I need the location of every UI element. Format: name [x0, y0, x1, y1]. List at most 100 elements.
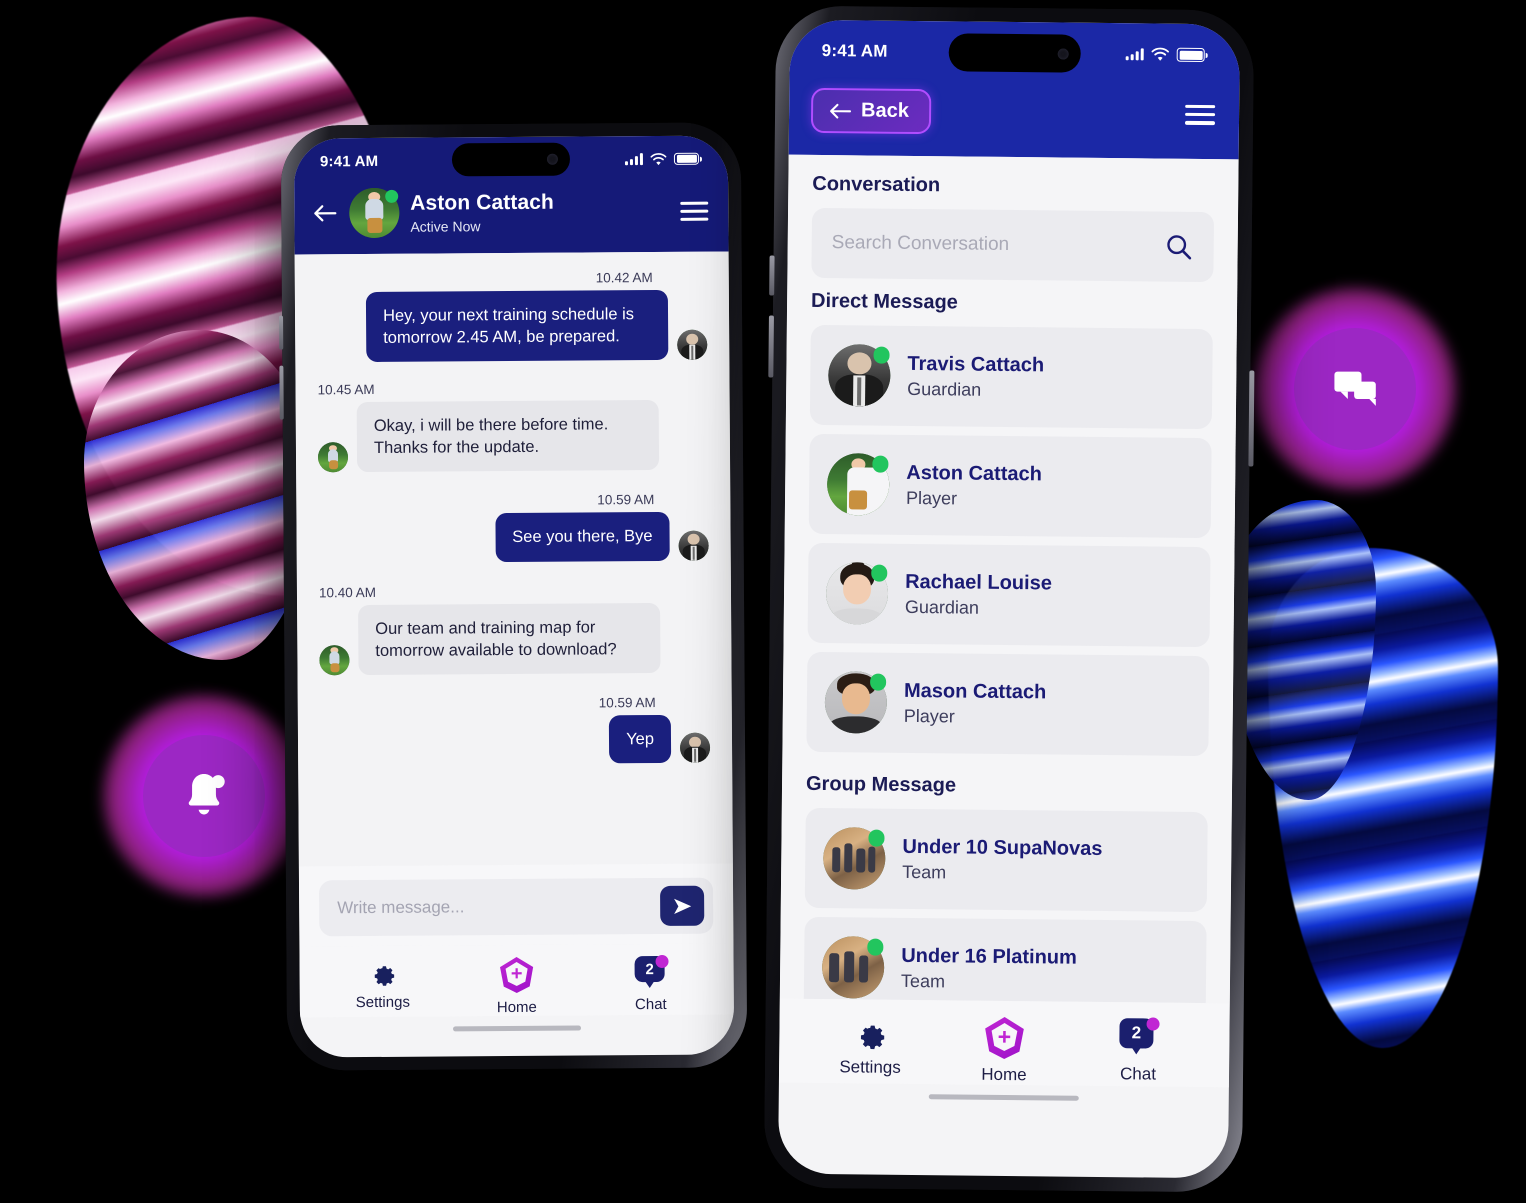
chat-icon-badge [1252, 286, 1458, 492]
list-item[interactable]: Travis Cattach Guardian [809, 324, 1213, 430]
volume-up-button[interactable] [769, 255, 775, 296]
send-button[interactable] [660, 885, 705, 926]
list-item[interactable]: Rachael Louise Guardian [807, 542, 1211, 648]
tab-chat[interactable]: 2 Chat [615, 954, 687, 1014]
back-arrow-icon [830, 103, 852, 119]
status-badge [655, 954, 669, 969]
online-status-dot [871, 456, 889, 473]
message-list[interactable]: 10.42 AM Hey, your next training schedul… [294, 251, 733, 867]
message-bubble-outgoing: Hey, your next training schedule is tomo… [365, 289, 669, 363]
group-role: Team [900, 970, 946, 992]
chat-bubble-icon: 2 [1117, 1017, 1160, 1058]
list-item[interactable]: Mason Cattach Player [806, 651, 1210, 757]
message-row: Hey, your next training schedule is tomo… [317, 289, 708, 363]
online-status-dot [868, 830, 885, 847]
tab-home[interactable]: + Home [481, 957, 553, 1017]
avatar [822, 827, 886, 890]
front-camera-icon [1057, 47, 1069, 60]
message-composer [298, 863, 734, 947]
phone-right-conversation-list: 9:41 AM Back Conversation Search Convers… [763, 5, 1255, 1193]
tab-label: Settings [839, 1057, 901, 1077]
chat-bubbles-icon [1294, 328, 1416, 450]
status-icons [624, 152, 702, 166]
battery-icon [673, 152, 702, 166]
list-item-text: Under 10 SupaNovas Team [902, 835, 1103, 885]
avatar [821, 936, 885, 999]
message-row: See you there, Bye [318, 512, 709, 563]
page-title: Conversation [812, 172, 941, 197]
list-item[interactable]: Aston Cattach Player [808, 433, 1212, 539]
avatar[interactable] [349, 187, 400, 239]
tab-home[interactable]: + Home [968, 1017, 1041, 1086]
message-bubble-incoming: Our team and training map for tomorrow a… [358, 602, 661, 675]
home-hex-plus-icon: + [983, 1017, 1025, 1059]
hamburger-menu-icon[interactable] [680, 201, 709, 221]
dynamic-island [948, 33, 1081, 73]
search-input[interactable] [831, 232, 1164, 258]
tab-chat[interactable]: 2 Chat [1102, 1017, 1175, 1085]
message-bubble-outgoing: Yep [608, 714, 672, 764]
chat-contact-info: Aston Cattach Active Now [410, 190, 554, 234]
list-item-text: Aston Cattach Player [906, 461, 1042, 510]
blue-ribbon-decoration [1268, 548, 1498, 1048]
volume-down-button[interactable] [768, 315, 774, 378]
header-row: Back [789, 82, 1240, 138]
home-indicator [453, 1025, 582, 1032]
conversation-body[interactable]: Conversation Direct Message Trav [779, 154, 1239, 1004]
bottom-tab-bar: Settings + Home 2 Chat [299, 943, 734, 1018]
section-title-direct-message: Direct Message [810, 289, 958, 314]
message-input[interactable] [337, 895, 661, 919]
avatar [679, 732, 711, 763]
signal-bars-icon [624, 153, 643, 166]
battery-icon [1176, 47, 1208, 63]
message-input-field[interactable] [318, 877, 714, 937]
avatar [828, 344, 891, 407]
tab-label: Home [496, 998, 537, 1017]
bell-icon [143, 735, 265, 857]
status-bar: 9:41 AM [789, 20, 1240, 87]
page-title: Aston Cattach [410, 190, 554, 215]
home-hex-plus-icon: + [499, 957, 535, 993]
tab-settings[interactable]: Settings [834, 1015, 907, 1078]
message-bubble-outgoing: See you there, Bye [495, 512, 670, 562]
bottom-tab-bar: Settings + Home 2 Chat [778, 998, 1230, 1088]
chat-contact-bar: Aston Cattach Active Now [294, 181, 728, 239]
status-badge: Active Now [410, 217, 481, 235]
dynamic-island [451, 142, 571, 177]
phone-left-chat-screen: 9:41 AM Aston Cattach Active Now 10.42 A… [279, 122, 748, 1071]
back-button[interactable]: Back [810, 87, 932, 135]
message-row: Our team and training map for tomorrow a… [319, 602, 709, 676]
search-icon[interactable] [1164, 232, 1194, 262]
status-time: 9:41 AM [821, 41, 888, 61]
chat-bubble-icon: 2 [633, 954, 669, 990]
status-icons [1125, 47, 1208, 63]
search-input-field[interactable] [811, 207, 1215, 283]
contact-role: Player [903, 705, 955, 727]
power-button[interactable] [1248, 370, 1255, 467]
online-status-dot [385, 189, 399, 203]
contact-role: Guardian [904, 596, 980, 618]
message-row: Yep [320, 714, 711, 765]
list-item[interactable]: Under 10 SupaNovas Team [804, 807, 1208, 913]
avatar [678, 530, 709, 561]
list-item-text: Under 16 Platinum Team [901, 944, 1077, 994]
contact-role: Guardian [907, 378, 982, 400]
avatar [677, 329, 708, 361]
online-status-dot [873, 347, 890, 364]
online-status-dot [869, 674, 886, 691]
back-arrow-icon[interactable] [312, 202, 338, 224]
message-timestamp: 10.59 AM [598, 694, 656, 711]
tab-label: Home [981, 1064, 1027, 1085]
contact-name: Travis Cattach [907, 352, 1045, 377]
hamburger-menu-icon[interactable] [1184, 104, 1216, 125]
volume-down-button[interactable] [279, 365, 284, 420]
message-timestamp: 10.40 AM [318, 584, 377, 600]
tab-label: Settings [355, 993, 410, 1012]
message-row: Okay, i will be there before time. Thank… [317, 400, 708, 473]
group-name: Under 16 Platinum [901, 944, 1077, 969]
gear-icon [374, 966, 395, 986]
volume-up-button[interactable] [279, 315, 284, 350]
list-item[interactable]: Under 16 Platinum Team [803, 916, 1207, 1004]
signal-bars-icon [1125, 48, 1144, 61]
tab-settings[interactable]: Settings [347, 958, 419, 1012]
